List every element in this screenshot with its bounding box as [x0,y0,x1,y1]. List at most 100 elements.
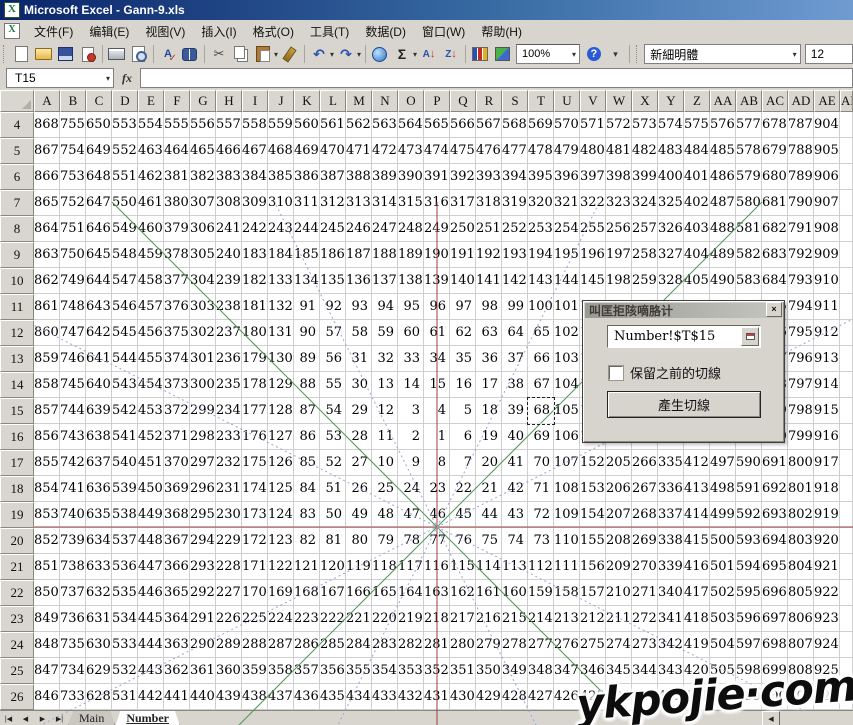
select-all-corner[interactable] [0,90,34,112]
column-header-AE[interactable]: AE [814,90,840,112]
cell[interactable]: 428 [502,684,528,710]
cell[interactable]: 318 [476,190,502,216]
spelling-icon[interactable] [158,44,178,64]
cell[interactable] [840,164,853,190]
cell[interactable]: 40 [502,424,528,450]
cell[interactable]: 470 [320,138,346,164]
cell[interactable]: 438 [242,684,268,710]
cell[interactable]: 269 [632,528,658,554]
cell[interactable]: 319 [502,190,528,216]
cell[interactable]: 582 [736,242,762,268]
cell[interactable]: 169 [268,580,294,606]
cell[interactable]: 36 [476,346,502,372]
column-header-partial[interactable]: AF [840,90,853,112]
cell[interactable]: 465 [190,138,216,164]
cell[interactable]: 471 [346,138,372,164]
cell[interactable]: 190 [424,242,450,268]
dialog-title[interactable]: 叫匡拒陔嘀胳计 [585,303,782,318]
cell[interactable]: 629 [86,658,112,684]
cell[interactable]: 164 [398,580,424,606]
cell[interactable]: 908 [814,216,840,242]
column-header-M[interactable]: M [346,90,372,112]
cell[interactable]: 591 [736,476,762,502]
cell[interactable]: 847 [34,658,60,684]
tab-scroll-first-icon[interactable]: |◀ [0,711,17,725]
cell[interactable]: 280 [450,632,476,658]
cell[interactable]: 540 [112,450,138,476]
cell[interactable]: 122 [268,554,294,580]
cell[interactable]: 459 [138,242,164,268]
cell[interactable]: 19 [476,424,502,450]
cell[interactable]: 119 [346,554,372,580]
cell[interactable]: 22 [450,476,476,502]
cell[interactable]: 478 [528,138,554,164]
cell[interactable]: 24 [398,476,424,502]
cell[interactable] [840,476,853,502]
cell[interactable]: 75 [476,528,502,554]
cell[interactable]: 404 [684,242,710,268]
cell[interactable]: 293 [190,554,216,580]
cell[interactable]: 162 [450,580,476,606]
cell[interactable] [840,294,853,320]
cell[interactable]: 165 [372,580,398,606]
help-icon[interactable] [584,44,604,64]
cell[interactable]: 177 [242,398,268,424]
cell[interactable]: 128 [268,398,294,424]
cell[interactable]: 289 [216,632,242,658]
hyperlink-icon[interactable] [370,44,390,64]
cell[interactable]: 279 [476,632,502,658]
cell[interactable]: 801 [788,476,814,502]
cell[interactable]: 274 [606,632,632,658]
cell[interactable]: 739 [60,528,86,554]
cell[interactable]: 268 [632,502,658,528]
cell[interactable]: 360 [216,658,242,684]
cell[interactable]: 442 [138,684,164,710]
cell[interactable]: 27 [346,450,372,476]
cell[interactable]: 117 [398,554,424,580]
cell[interactable] [840,632,853,658]
cell[interactable]: 537 [112,528,138,554]
cell[interactable]: 271 [632,580,658,606]
cell[interactable]: 445 [138,606,164,632]
cell[interactable]: 567 [476,112,502,138]
cell[interactable]: 683 [762,242,788,268]
cell[interactable]: 380 [164,190,190,216]
cell[interactable]: 107 [554,450,580,476]
cell[interactable]: 352 [424,658,450,684]
cell[interactable]: 387 [320,164,346,190]
cell[interactable]: 33 [398,346,424,372]
cell[interactable]: 412 [684,450,710,476]
cell[interactable]: 82 [294,528,320,554]
cell[interactable]: 72 [528,502,554,528]
cell[interactable]: 733 [60,684,86,710]
cell[interactable]: 237 [216,320,242,346]
cell[interactable]: 70 [528,450,554,476]
cell[interactable]: 84 [294,476,320,502]
cell[interactable]: 290 [190,632,216,658]
cell[interactable]: 743 [60,424,86,450]
cell[interactable]: 297 [190,450,216,476]
cell[interactable]: 754 [60,138,86,164]
cell[interactable]: 692 [762,476,788,502]
cell[interactable]: 550 [112,190,138,216]
cell[interactable]: 736 [60,606,86,632]
cell[interactable]: 697 [762,606,788,632]
cell[interactable]: 144 [554,268,580,294]
row-header-11[interactable]: 11 [0,294,34,320]
cell[interactable]: 112 [528,554,554,580]
cell[interactable]: 240 [216,242,242,268]
row-header-9[interactable]: 9 [0,242,34,268]
cell[interactable]: 696 [762,580,788,606]
cell[interactable] [840,528,853,554]
cell[interactable]: 130 [268,346,294,372]
row-header-20[interactable]: 20 [0,528,34,554]
cell[interactable]: 42 [502,476,528,502]
cell[interactable]: 191 [450,242,476,268]
cell[interactable]: 253 [528,216,554,242]
cell[interactable]: 129 [268,372,294,398]
cell[interactable]: 359 [242,658,268,684]
cell[interactable]: 294 [190,528,216,554]
cell[interactable]: 175 [242,450,268,476]
cell[interactable]: 645 [86,242,112,268]
cell[interactable]: 358 [268,658,294,684]
